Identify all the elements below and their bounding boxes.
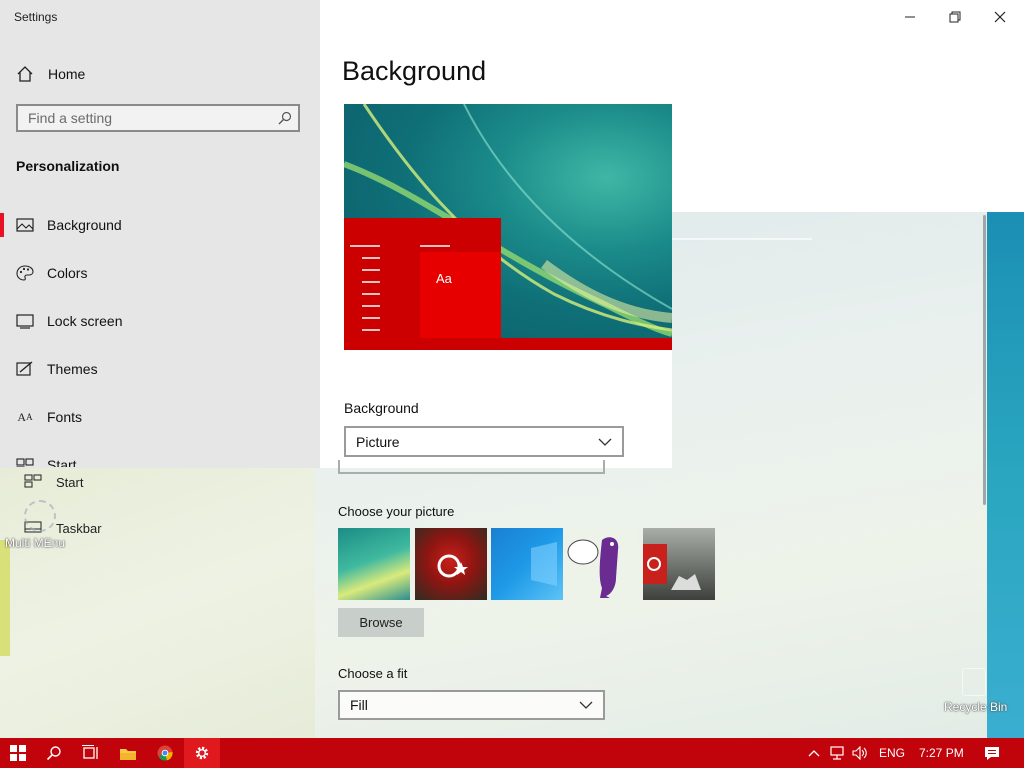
close-icon	[994, 11, 1006, 23]
file-explorer-button[interactable]	[110, 738, 146, 768]
home-nav-item[interactable]: Home	[16, 62, 85, 86]
start-icon	[16, 457, 34, 467]
sidebar-item-start[interactable]: Start	[0, 445, 300, 467]
page-title: Background	[342, 56, 487, 86]
preview-menu-lines	[350, 245, 380, 331]
recycle-bin-label: Recycle Bin	[944, 700, 1008, 714]
picture-thumbnail-5[interactable]	[643, 528, 715, 600]
windows-light-icon	[531, 542, 557, 586]
minimize-button[interactable]	[888, 4, 932, 30]
picture-thumbnail-3[interactable]	[491, 528, 563, 600]
search-input[interactable]	[18, 106, 278, 130]
ghost-dropdown-edge	[338, 460, 605, 474]
preview-sample-text: Aa	[436, 271, 452, 286]
fit-value: Fill	[350, 697, 368, 713]
desktop-app-icon[interactable]	[24, 500, 56, 532]
fonts-icon: AA	[17, 409, 33, 424]
palette-icon	[16, 264, 34, 282]
themes-icon	[16, 360, 34, 378]
desktop-wallpaper-right	[987, 212, 1024, 738]
cartoon-dino-icon	[567, 537, 619, 598]
taskbar: ENG 7:27 PM	[0, 738, 1024, 768]
section-title: Personalization	[16, 158, 120, 174]
chevron-down-icon	[579, 701, 593, 709]
background-type-dropdown[interactable]: Picture	[344, 426, 624, 457]
home-icon	[17, 66, 33, 82]
sidebar-item-label: Start	[47, 457, 77, 467]
start-button[interactable]	[0, 738, 36, 768]
preview-window	[420, 245, 501, 338]
choose-picture-label: Choose your picture	[338, 504, 455, 519]
picture-thumbnail-4[interactable]	[566, 528, 638, 600]
search-box[interactable]	[16, 104, 300, 132]
minimize-icon	[905, 16, 915, 18]
chevron-up-icon	[808, 750, 820, 757]
task-view-button[interactable]	[72, 738, 108, 768]
recycle-bin-icon[interactable]	[962, 668, 986, 696]
volume-icon	[852, 746, 867, 760]
ghost-start-item: Start	[24, 474, 83, 491]
sidebar-item-themes[interactable]: Themes	[0, 349, 300, 389]
window-title: Settings	[14, 10, 58, 24]
search-taskbar-button[interactable]	[36, 738, 72, 768]
clock[interactable]: 7:27 PM	[919, 746, 964, 760]
fit-dropdown[interactable]: Fill	[338, 690, 605, 720]
search-icon	[46, 746, 61, 761]
ghost-start-label: Start	[56, 475, 84, 490]
sidebar-item-label: Lock screen	[47, 313, 123, 329]
scrollbar-thumb[interactable]	[983, 215, 986, 505]
background-label: Background	[344, 400, 419, 416]
task-view-icon	[82, 745, 98, 759]
sidebar-item-lock-screen[interactable]: Lock screen	[0, 301, 300, 341]
sidebar-item-label: Background	[47, 217, 122, 233]
lock-screen-icon	[16, 312, 34, 330]
notification-icon	[985, 746, 999, 760]
desktop-wallpaper-streak	[0, 540, 10, 656]
restore-button[interactable]	[933, 4, 977, 30]
sidebar-item-label: Themes	[47, 361, 98, 377]
sidebar-item-fonts[interactable]: AA Fonts	[0, 397, 300, 437]
preview-window-line	[420, 245, 450, 247]
folder-icon	[120, 748, 136, 760]
home-label: Home	[48, 66, 86, 82]
gear-icon	[195, 746, 209, 760]
sidebar-item-label: Colors	[47, 265, 88, 281]
language-indicator[interactable]: ENG	[879, 746, 905, 760]
settings-taskbar-button[interactable]	[184, 738, 220, 768]
browse-button[interactable]: Browse	[338, 608, 424, 637]
sidebar-item-label: Fonts	[47, 409, 83, 425]
flag-wolf-icon	[643, 544, 701, 590]
action-center-button[interactable]	[974, 738, 1010, 768]
close-button[interactable]	[978, 4, 1022, 30]
sidebar-item-background[interactable]: Background	[0, 205, 300, 245]
volume-button[interactable]	[842, 738, 878, 768]
chrome-button[interactable]	[147, 738, 183, 768]
picture-thumbnail-2[interactable]	[415, 528, 487, 600]
windows-logo-icon	[10, 745, 26, 761]
ghost-taskbar-label: Taskbar	[56, 521, 102, 536]
preview-taskbar	[344, 338, 672, 350]
search-icon	[278, 111, 292, 125]
fit-label: Choose a fit	[338, 666, 408, 681]
title-bar: Settings	[0, 0, 1024, 34]
desktop-icon-label: Multi MEnu	[5, 536, 66, 550]
chrome-icon	[157, 745, 173, 761]
picture-icon	[16, 216, 34, 234]
chevron-down-icon	[598, 438, 612, 446]
picture-thumbnail-1[interactable]	[338, 528, 410, 600]
background-type-value: Picture	[356, 433, 400, 450]
start-icon	[24, 474, 42, 491]
flag-emblem-icon	[437, 554, 468, 578]
preview-start-panel: Aa	[344, 218, 501, 338]
restore-icon	[949, 11, 961, 23]
background-preview: Aa	[344, 104, 672, 350]
wallpaper-light-streak	[672, 238, 812, 240]
sidebar-item-colors[interactable]: Colors	[0, 253, 300, 293]
